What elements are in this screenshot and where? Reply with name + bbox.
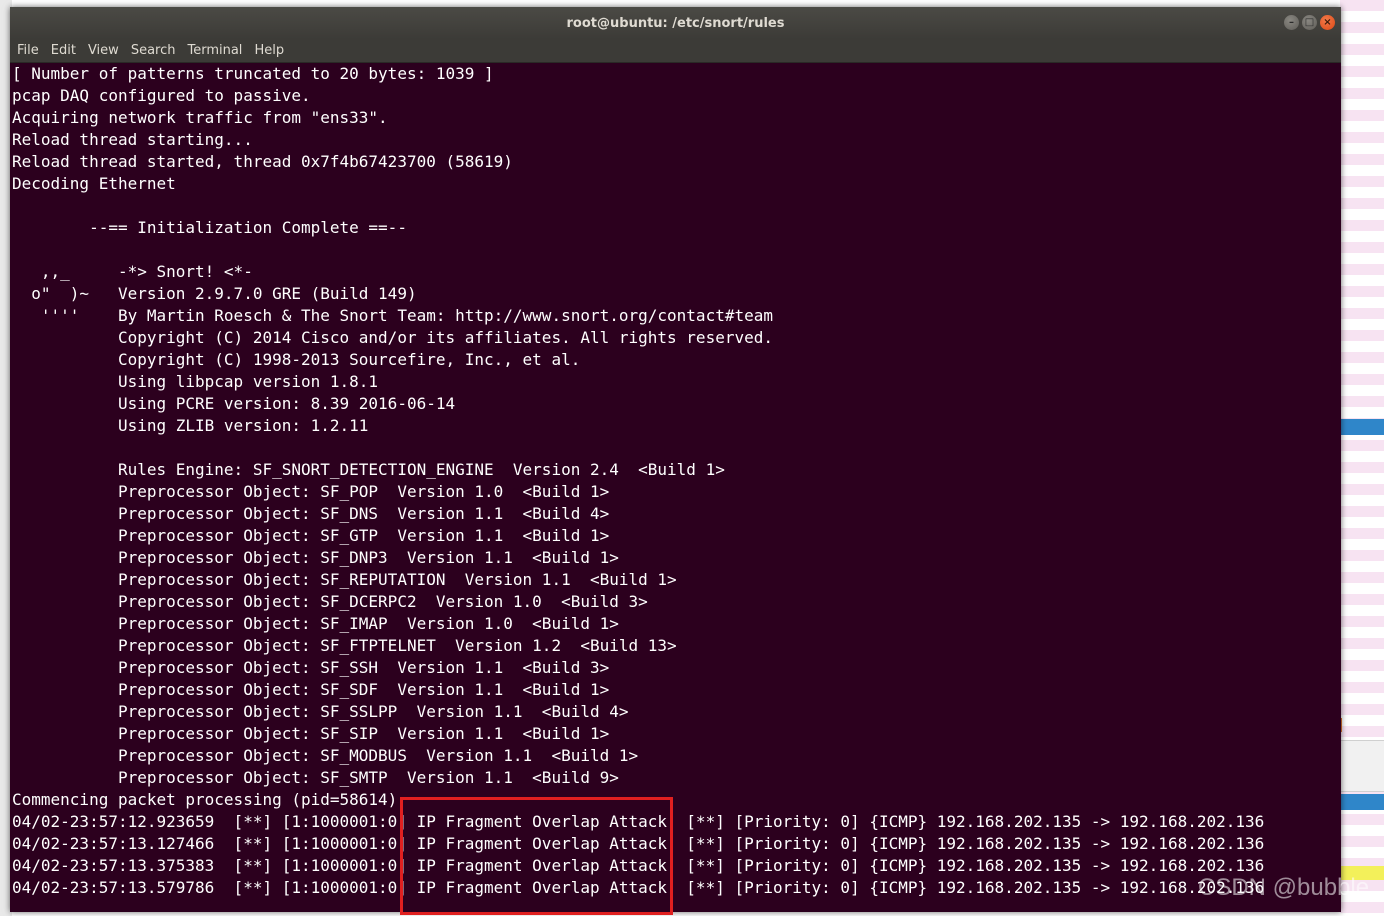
menu-file[interactable]: File [16, 43, 40, 58]
terminal-line: Using ZLIB version: 1.2.11 [12, 416, 369, 435]
terminal-line: Copyright (C) 2014 Cisco and/or its affi… [12, 328, 773, 347]
menu-help[interactable]: Help [253, 43, 285, 58]
menu-search[interactable]: Search [130, 43, 177, 58]
terminal-line: Acquiring network traffic from "ens33". [12, 108, 388, 127]
terminal-line: 04/02-23:57:13.375383 [**] [1:1000001:0]… [12, 856, 1265, 875]
terminal-line: Reload thread starting... [12, 130, 253, 149]
terminal-line: Preprocessor Object: SF_SSLPP Version 1.… [12, 702, 629, 721]
terminal-line: 04/02-23:57:12.923659 [**] [1:1000001:0]… [12, 812, 1265, 831]
watermark: CSDN @bubble [1198, 874, 1370, 901]
terminal-window[interactable]: root@ubuntu: /etc/snort/rules – □ × File… [10, 7, 1341, 912]
terminal-line: Preprocessor Object: SF_SIP Version 1.1 … [12, 724, 610, 743]
terminal-line: Preprocessor Object: SF_IMAP Version 1.0… [12, 614, 619, 633]
terminal-line: Decoding Ethernet [12, 174, 176, 193]
menu-edit[interactable]: Edit [50, 43, 77, 58]
highlight-annotation-box [400, 797, 673, 915]
window-title: root@ubuntu: /etc/snort/rules [566, 15, 785, 31]
terminal-line: Preprocessor Object: SF_MODBUS Version 1… [12, 746, 639, 765]
menu-view[interactable]: View [87, 43, 120, 58]
terminal-line: 04/02-23:57:13.127466 [**] [1:1000001:0]… [12, 834, 1265, 853]
terminal-line: 04/02-23:57:13.579786 [**] [1:1000001:0]… [12, 878, 1265, 897]
terminal-line: Preprocessor Object: SF_DCERPC2 Version … [12, 592, 648, 611]
terminal-line: --== Initialization Complete ==-- [12, 218, 407, 237]
terminal-line: ,,_ -*> Snort! <*- [12, 262, 253, 281]
background-selection-bar [1340, 419, 1384, 435]
terminal-line: Preprocessor Object: SF_REPUTATION Versi… [12, 570, 677, 589]
terminal-line: Preprocessor Object: SF_POP Version 1.0 … [12, 482, 610, 501]
terminal-line: Preprocessor Object: SF_SMTP Version 1.1… [12, 768, 619, 787]
terminal-line: Preprocessor Object: SF_FTPTELNET Versio… [12, 636, 677, 655]
minimize-button[interactable]: – [1284, 15, 1299, 30]
terminal-line: Reload thread started, thread 0x7f4b6742… [12, 152, 513, 171]
menu-bar: File Edit View Search Terminal Help [10, 39, 1341, 63]
terminal-line: Rules Engine: SF_SNORT_DETECTION_ENGINE … [12, 460, 725, 479]
maximize-button[interactable]: □ [1302, 15, 1317, 30]
terminal-line: Preprocessor Object: SF_DNP3 Version 1.1… [12, 548, 619, 567]
terminal-line: Preprocessor Object: SF_GTP Version 1.1 … [12, 526, 610, 545]
terminal-line: Commencing packet processing (pid=58614) [12, 790, 398, 809]
terminal-line: Copyright (C) 1998-2013 Sourcefire, Inc.… [12, 350, 581, 369]
close-button[interactable]: × [1320, 15, 1335, 30]
terminal-line: o" )~ Version 2.9.7.0 GRE (Build 149) [12, 284, 417, 303]
terminal-line: '''' By Martin Roesch & The Snort Team: … [12, 306, 773, 325]
terminal-line: [ Number of patterns truncated to 20 byt… [12, 64, 494, 83]
terminal-line: Preprocessor Object: SF_DNS Version 1.1 … [12, 504, 610, 523]
terminal-line: pcap DAQ configured to passive. [12, 86, 311, 105]
background-panel [1340, 740, 1384, 792]
terminal-line: Using libpcap version 1.8.1 [12, 372, 379, 391]
terminal-output[interactable]: [ Number of patterns truncated to 20 byt… [12, 63, 1341, 912]
terminal-line: Preprocessor Object: SF_SSH Version 1.1 … [12, 658, 610, 677]
terminal-line: Preprocessor Object: SF_SDF Version 1.1 … [12, 680, 610, 699]
menu-terminal[interactable]: Terminal [186, 43, 243, 58]
window-controls: – □ × [1284, 15, 1335, 30]
background-selection-bar [1340, 794, 1384, 810]
terminal-line: Using PCRE version: 8.39 2016-06-14 [12, 394, 456, 413]
title-bar[interactable]: root@ubuntu: /etc/snort/rules – □ × [10, 7, 1341, 39]
